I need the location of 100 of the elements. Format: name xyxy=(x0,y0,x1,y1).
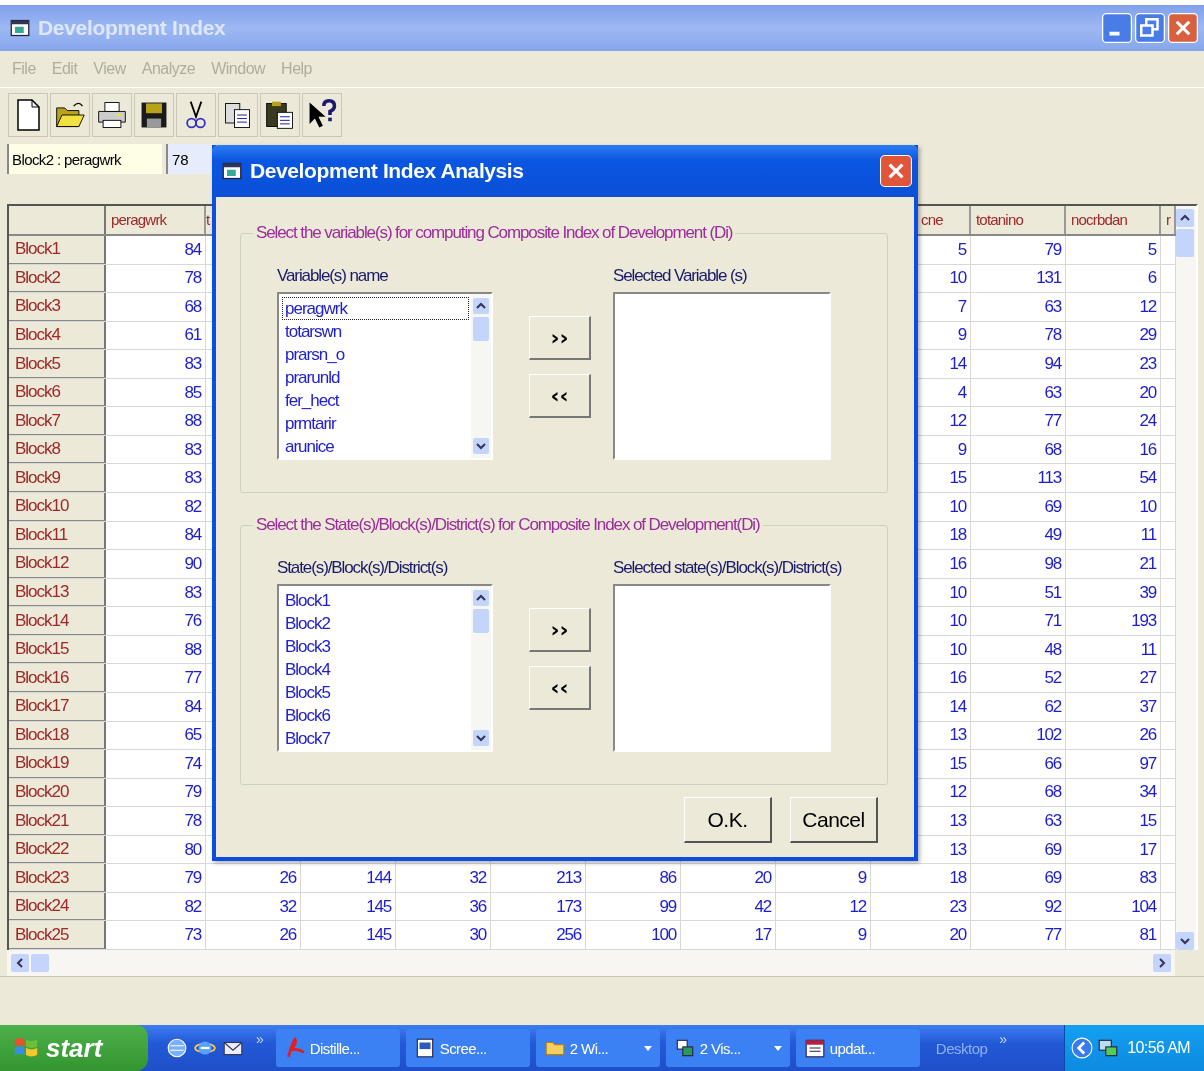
list-label: Variable(s) name xyxy=(277,266,389,286)
table-cell: 10 xyxy=(949,268,966,289)
remove-button[interactable]: ‹‹ xyxy=(529,374,591,418)
list-item[interactable]: arunice xyxy=(282,435,469,458)
help-pointer-icon[interactable] xyxy=(302,93,342,137)
open-folder-icon[interactable] xyxy=(50,93,90,137)
table-cell: 16 xyxy=(1139,439,1156,460)
copy-icon[interactable] xyxy=(218,93,258,137)
cell-value-field[interactable]: 78 xyxy=(166,144,216,174)
table-cell: 68 xyxy=(1044,782,1061,803)
table-cell: 11 xyxy=(1140,525,1156,546)
scroll-down-icon[interactable] xyxy=(473,437,489,455)
horizontal-scrollbar[interactable] xyxy=(7,950,1175,976)
list-item[interactable]: fer_hect xyxy=(282,389,469,412)
remove-button[interactable]: ‹‹ xyxy=(529,666,591,710)
table-cell: 26 xyxy=(279,925,296,946)
scroll-up-icon[interactable] xyxy=(473,297,489,315)
table-cell: 113 xyxy=(1037,468,1061,489)
list-box[interactable]: peragwrk totarswn prarsn_o prarunld fer_hect prmtarir arunice xyxy=(277,292,493,460)
scroll-thumb[interactable] xyxy=(1176,229,1194,257)
vertical-scrollbar[interactable] xyxy=(1176,206,1196,950)
start-button[interactable]: start xyxy=(0,1025,148,1071)
list-item[interactable]: prmtarir xyxy=(282,412,469,435)
list-item[interactable]: totarswn xyxy=(282,320,469,343)
list-item[interactable]: Block4 xyxy=(282,658,469,681)
table-cell: 10 xyxy=(1139,496,1156,517)
taskbar-button[interactable]: Scree... xyxy=(405,1029,530,1067)
column-header[interactable]: totanino xyxy=(976,211,1023,229)
taskbar-button[interactable]: Distille... xyxy=(275,1029,400,1067)
table-cell: 65 xyxy=(184,725,201,746)
table-cell: 12 xyxy=(849,896,866,917)
column-header[interactable]: cne xyxy=(921,211,943,229)
list-item[interactable]: Block5 xyxy=(282,681,469,704)
scroll-up-icon[interactable] xyxy=(1176,209,1194,227)
scroll-down-icon[interactable] xyxy=(1176,932,1194,950)
close-icon[interactable] xyxy=(880,155,912,187)
scroll-right-icon[interactable] xyxy=(1153,954,1171,972)
printer-icon[interactable] xyxy=(92,93,132,137)
more-chevron[interactable]: » xyxy=(999,1031,1008,1047)
restore-icon[interactable] xyxy=(1135,13,1165,43)
paste-icon[interactable] xyxy=(260,93,300,137)
scroll-thumb[interactable] xyxy=(473,317,489,341)
globe-icon[interactable] xyxy=(166,1037,188,1059)
more-chevron[interactable]: » xyxy=(256,1031,264,1047)
table-cell: 4 xyxy=(957,382,966,403)
save-icon[interactable] xyxy=(134,93,174,137)
table-cell: 5 xyxy=(1147,239,1156,260)
ok-button[interactable]: O.K. xyxy=(684,797,772,843)
scroll-left-icon[interactable] xyxy=(11,954,29,972)
list-item[interactable]: Block1 xyxy=(282,589,469,612)
table-cell: 13 xyxy=(949,725,966,746)
cancel-button[interactable]: Cancel xyxy=(790,797,878,843)
add-button[interactable]: ›› xyxy=(529,316,591,360)
list-item[interactable]: Block3 xyxy=(282,635,469,658)
window-title: Development Index xyxy=(38,16,226,40)
table-cell: 32 xyxy=(279,896,296,917)
scroll-up-icon[interactable] xyxy=(473,589,489,607)
calendar-icon xyxy=(803,1037,826,1059)
list-item[interactable]: Block7 xyxy=(282,727,469,750)
clock[interactable]: 10:56 AM xyxy=(1127,1039,1190,1057)
new-file-icon[interactable] xyxy=(8,93,48,137)
minimize-icon[interactable] xyxy=(1102,13,1132,43)
table-cell: 15 xyxy=(949,468,966,489)
column-header[interactable]: nocrbdan xyxy=(1071,211,1128,229)
scissors-icon[interactable] xyxy=(176,93,216,137)
close-icon[interactable] xyxy=(1168,13,1198,43)
table-cell: 51 xyxy=(1044,582,1061,603)
selected-list-box[interactable] xyxy=(613,292,831,460)
add-button[interactable]: ›› xyxy=(529,608,591,652)
taskbar-button[interactable]: 2 Vis... xyxy=(665,1029,790,1067)
table-cell: 144 xyxy=(366,868,391,889)
list-box[interactable]: Block1 Block2 Block3 Block4 Block5 Block6 Block7 xyxy=(277,584,493,752)
scroll-down-icon[interactable] xyxy=(473,729,489,747)
column-header[interactable]: r xyxy=(1166,211,1171,229)
network-computer-icon[interactable] xyxy=(1097,1037,1120,1059)
column-header[interactable]: t xyxy=(206,211,210,229)
table-cell: 13 xyxy=(949,839,966,860)
table-cell: 9 xyxy=(857,868,866,889)
table-cell: 20 xyxy=(754,868,771,889)
table-cell: 83 xyxy=(184,439,201,460)
table-cell: 83 xyxy=(184,582,201,603)
scroll-thumb[interactable] xyxy=(473,609,489,633)
list-item[interactable]: Block2 xyxy=(282,612,469,635)
table-cell: 145 xyxy=(366,925,391,946)
list-item[interactable]: prarsn_o xyxy=(282,343,469,366)
table-cell: 63 xyxy=(1044,382,1061,403)
table-cell: 98 xyxy=(1044,553,1061,574)
taskbar-button[interactable]: 2 Wi... xyxy=(535,1029,660,1067)
table-cell: 6 xyxy=(1147,268,1156,289)
list-item[interactable]: prarunld xyxy=(282,366,469,389)
list-item[interactable]: Block6 xyxy=(282,704,469,727)
taskbar-button[interactable]: updat... xyxy=(795,1029,920,1067)
list-item[interactable]: peragwrk xyxy=(282,297,469,320)
table-cell: 77 xyxy=(1044,925,1061,946)
column-header[interactable]: peragwrk xyxy=(111,211,167,229)
table-cell: 54 xyxy=(1139,468,1156,489)
table-cell: 79 xyxy=(184,782,201,803)
selected-list-box[interactable] xyxy=(613,584,831,752)
table-cell: 5 xyxy=(957,239,966,260)
scroll-thumb[interactable] xyxy=(31,954,49,972)
